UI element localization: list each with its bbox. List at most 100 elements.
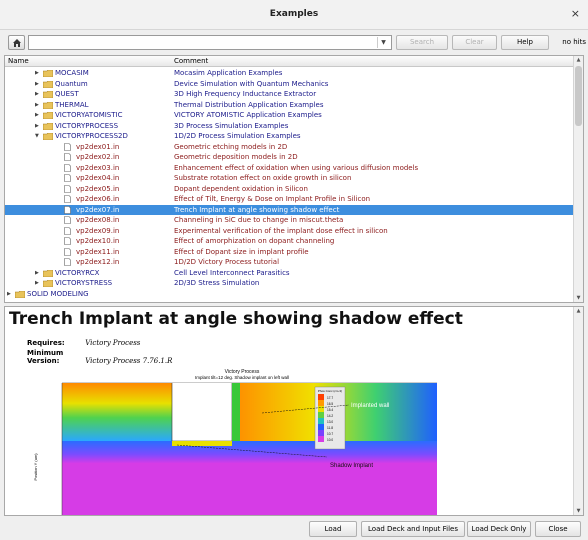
tree-row-name: vp2dex10.in: [76, 237, 120, 245]
tree-rows: ▶ MOCASIM Mocasim Application Examples ▶ Qua…: [5, 68, 575, 299]
tree-row-name: vp2dex06.in: [76, 195, 120, 203]
search-combo[interactable]: ▼: [28, 35, 392, 50]
tree-file-row[interactable]: vp2dex09.in Experimental verification of …: [5, 226, 575, 237]
file-icon: [64, 163, 71, 172]
scroll-down-icon[interactable]: ▼: [574, 295, 583, 301]
tree-row-name: VICTORYSTRESS: [55, 279, 113, 287]
window-title: Examples: [269, 9, 319, 19]
tree-row-comment: 2D/3D Stress Simulation: [174, 279, 260, 287]
chevron-right-icon[interactable]: ▶: [7, 289, 11, 300]
tree-row-name: vp2dex03.in: [76, 163, 120, 172]
file-icon: [64, 184, 71, 193]
tree-file-row[interactable]: vp2dex04.in Substrate rotation effect on …: [5, 173, 575, 184]
tree-folder-row[interactable]: ▶ VICTORYRCX Cell Level Interconnect Paras…: [5, 268, 575, 279]
tree-file-row[interactable]: vp2dex12.in 1D/2D Victory Process tutoria…: [5, 257, 575, 268]
tree-folder-row[interactable]: ▶ SOLID MODELING: [5, 289, 575, 300]
min-version-line: Minimum Version: Victory Process 7.76.1.…: [27, 349, 172, 365]
scroll-up-icon[interactable]: ▲: [574, 308, 583, 314]
search-button[interactable]: Search: [396, 35, 448, 50]
title-bar: Examples ×: [0, 0, 588, 30]
scroll-thumb[interactable]: [575, 66, 582, 126]
chevron-right-icon[interactable]: ▶: [35, 79, 39, 90]
tree-file-row[interactable]: vp2dex02.in Geometric deposition models i…: [5, 152, 575, 163]
file-icon: [64, 195, 71, 203]
column-header-name[interactable]: Name: [8, 56, 29, 66]
tree-row-name: MOCASIM: [55, 69, 89, 77]
tree-file-row[interactable]: vp2dex01.in Geometric etching models in 2…: [5, 142, 575, 153]
folder-icon: [43, 122, 53, 130]
tree-row-comment: 1D/2D Victory Process tutorial: [174, 258, 280, 266]
y-axis-label: Position Y (um): [33, 453, 38, 481]
requires-line: Requires: Victory Process: [27, 339, 140, 347]
chevron-down-icon[interactable]: ▼: [35, 131, 39, 142]
tree-row-name: VICTORYPROCESS: [55, 121, 119, 130]
close-button[interactable]: Close: [535, 521, 581, 537]
tree-row-comment: Effect of Dopant size in implant profile: [174, 247, 309, 256]
tree-row-name: Quantum: [55, 79, 88, 88]
tree-folder-row[interactable]: ▶ MOCASIM Mocasim Application Examples: [5, 68, 575, 79]
tree-folder-row[interactable]: ▶ QUEST 3D High Frequency Inductance Extra…: [5, 89, 575, 100]
chevron-right-icon[interactable]: ▶: [35, 278, 39, 289]
tree-file-row[interactable]: vp2dex06.in Effect of Tilt, Energy & Dose…: [5, 194, 575, 205]
column-header-comment[interactable]: Comment: [174, 56, 208, 66]
chevron-right-icon[interactable]: ▶: [35, 68, 39, 79]
tree-file-row[interactable]: vp2dex03.in Enhancement effect of oxidati…: [5, 163, 575, 174]
tree-row-comment: 1D/2D Process Simulation Examples: [174, 132, 301, 140]
tree-folder-row[interactable]: ▼ VICTORYPROCESS2D 1D/2D Process Simulatio…: [5, 131, 575, 142]
scroll-up-icon[interactable]: ▲: [574, 57, 583, 63]
tree-row-comment: Experimental verification of the implant…: [174, 226, 388, 235]
folder-icon: [43, 112, 53, 119]
file-icon: [64, 226, 71, 235]
tree-row-comment: Channeling in SiC due to change in miscu…: [174, 216, 344, 224]
figure-legend: Phos Conc (cm-3) 17.7 16.5 15.4 14.2 13.…: [314, 386, 346, 450]
load-deck-only-button[interactable]: Load Deck Only: [467, 521, 531, 537]
tree-file-row[interactable]: vp2dex08.in Channeling in SiC due to chan…: [5, 215, 575, 226]
tree-file-row[interactable]: vp2dex05.in Dopant dependent oxidation in…: [5, 184, 575, 195]
help-button[interactable]: Help: [501, 35, 549, 50]
home-button[interactable]: [8, 35, 25, 50]
chevron-right-icon[interactable]: ▶: [35, 268, 39, 279]
button-bar: Load Load Deck and Input Files Load Deck…: [0, 518, 588, 540]
tree-row-comment: Enhancement effect of oxidation when usi…: [174, 163, 419, 172]
window-close-icon[interactable]: ×: [571, 7, 580, 20]
min-version-value: Victory Process 7.76.1.R: [85, 357, 173, 365]
tree-file-row[interactable]: vp2dex10.in Effect of amorphization on do…: [5, 236, 575, 247]
chevron-down-icon[interactable]: ▼: [377, 37, 389, 48]
chevron-right-icon[interactable]: ▶: [35, 100, 39, 111]
tree-row-comment: 3D Process Simulation Examples: [174, 121, 289, 130]
tree-folder-row[interactable]: ▶ Quantum Device Simulation with Quantum M…: [5, 79, 575, 90]
figure-subtitle: Implant tilt=12 deg. Shadow implant on l…: [195, 375, 289, 380]
tree-folder-row[interactable]: ▶ VICTORYSTRESS 2D/3D Stress Simulation: [5, 278, 575, 289]
file-icon: [64, 205, 71, 214]
examples-tree[interactable]: Name Comment ▶ MOCASIM Mocasim Application…: [4, 55, 584, 303]
tree-row-name: vp2dex05.in: [76, 184, 120, 193]
tree-folder-row[interactable]: ▶ VICTORYPROCESS 3D Process Simulation Exa…: [5, 121, 575, 132]
annotation-shadow-implant: Shadow Implant: [330, 463, 373, 469]
tree-file-row[interactable]: vp2dex11.in Effect of Dopant size in impl…: [5, 247, 575, 258]
tree-folder-row[interactable]: ▶ VICTORYATOMISTIC VICTORY ATOMISTIC Appli…: [5, 110, 575, 121]
file-icon: [64, 174, 71, 182]
tree-row-comment: VICTORY ATOMISTIC Application Examples: [174, 111, 322, 119]
chevron-right-icon[interactable]: ▶: [35, 89, 39, 100]
load-deck-and-input-button[interactable]: Load Deck and Input Files: [361, 521, 465, 537]
legend-value: 17.7: [327, 396, 333, 400]
folder-icon: [43, 133, 53, 140]
load-button[interactable]: Load: [309, 521, 357, 537]
home-icon: [13, 39, 21, 47]
clear-button[interactable]: Clear: [452, 35, 497, 50]
scroll-down-icon[interactable]: ▼: [574, 508, 583, 514]
folder-icon: [43, 101, 53, 109]
tree-file-row[interactable]: vp2dex07.in Trench Implant at angle showi…: [5, 204, 575, 215]
folder-icon: [43, 91, 53, 98]
hits-count: no hits: [562, 38, 586, 46]
tree-folder-row[interactable]: ▶ THERMAL Thermal Distribution Application…: [5, 100, 575, 111]
file-icon: [64, 153, 71, 161]
example-heading: Trench Implant at angle showing shadow e…: [9, 309, 463, 329]
chevron-right-icon[interactable]: ▶: [35, 110, 39, 121]
tree-scrollbar[interactable]: ▲ ▼: [573, 56, 583, 302]
file-icon: [64, 258, 71, 266]
tree-row-comment: Dopant dependent oxidation in Silicon: [174, 184, 308, 193]
tree-row-comment: Cell Level Interconnect Parasitics: [174, 268, 290, 277]
detail-scrollbar[interactable]: ▲ ▼: [573, 307, 583, 515]
chevron-right-icon[interactable]: ▶: [35, 121, 39, 132]
